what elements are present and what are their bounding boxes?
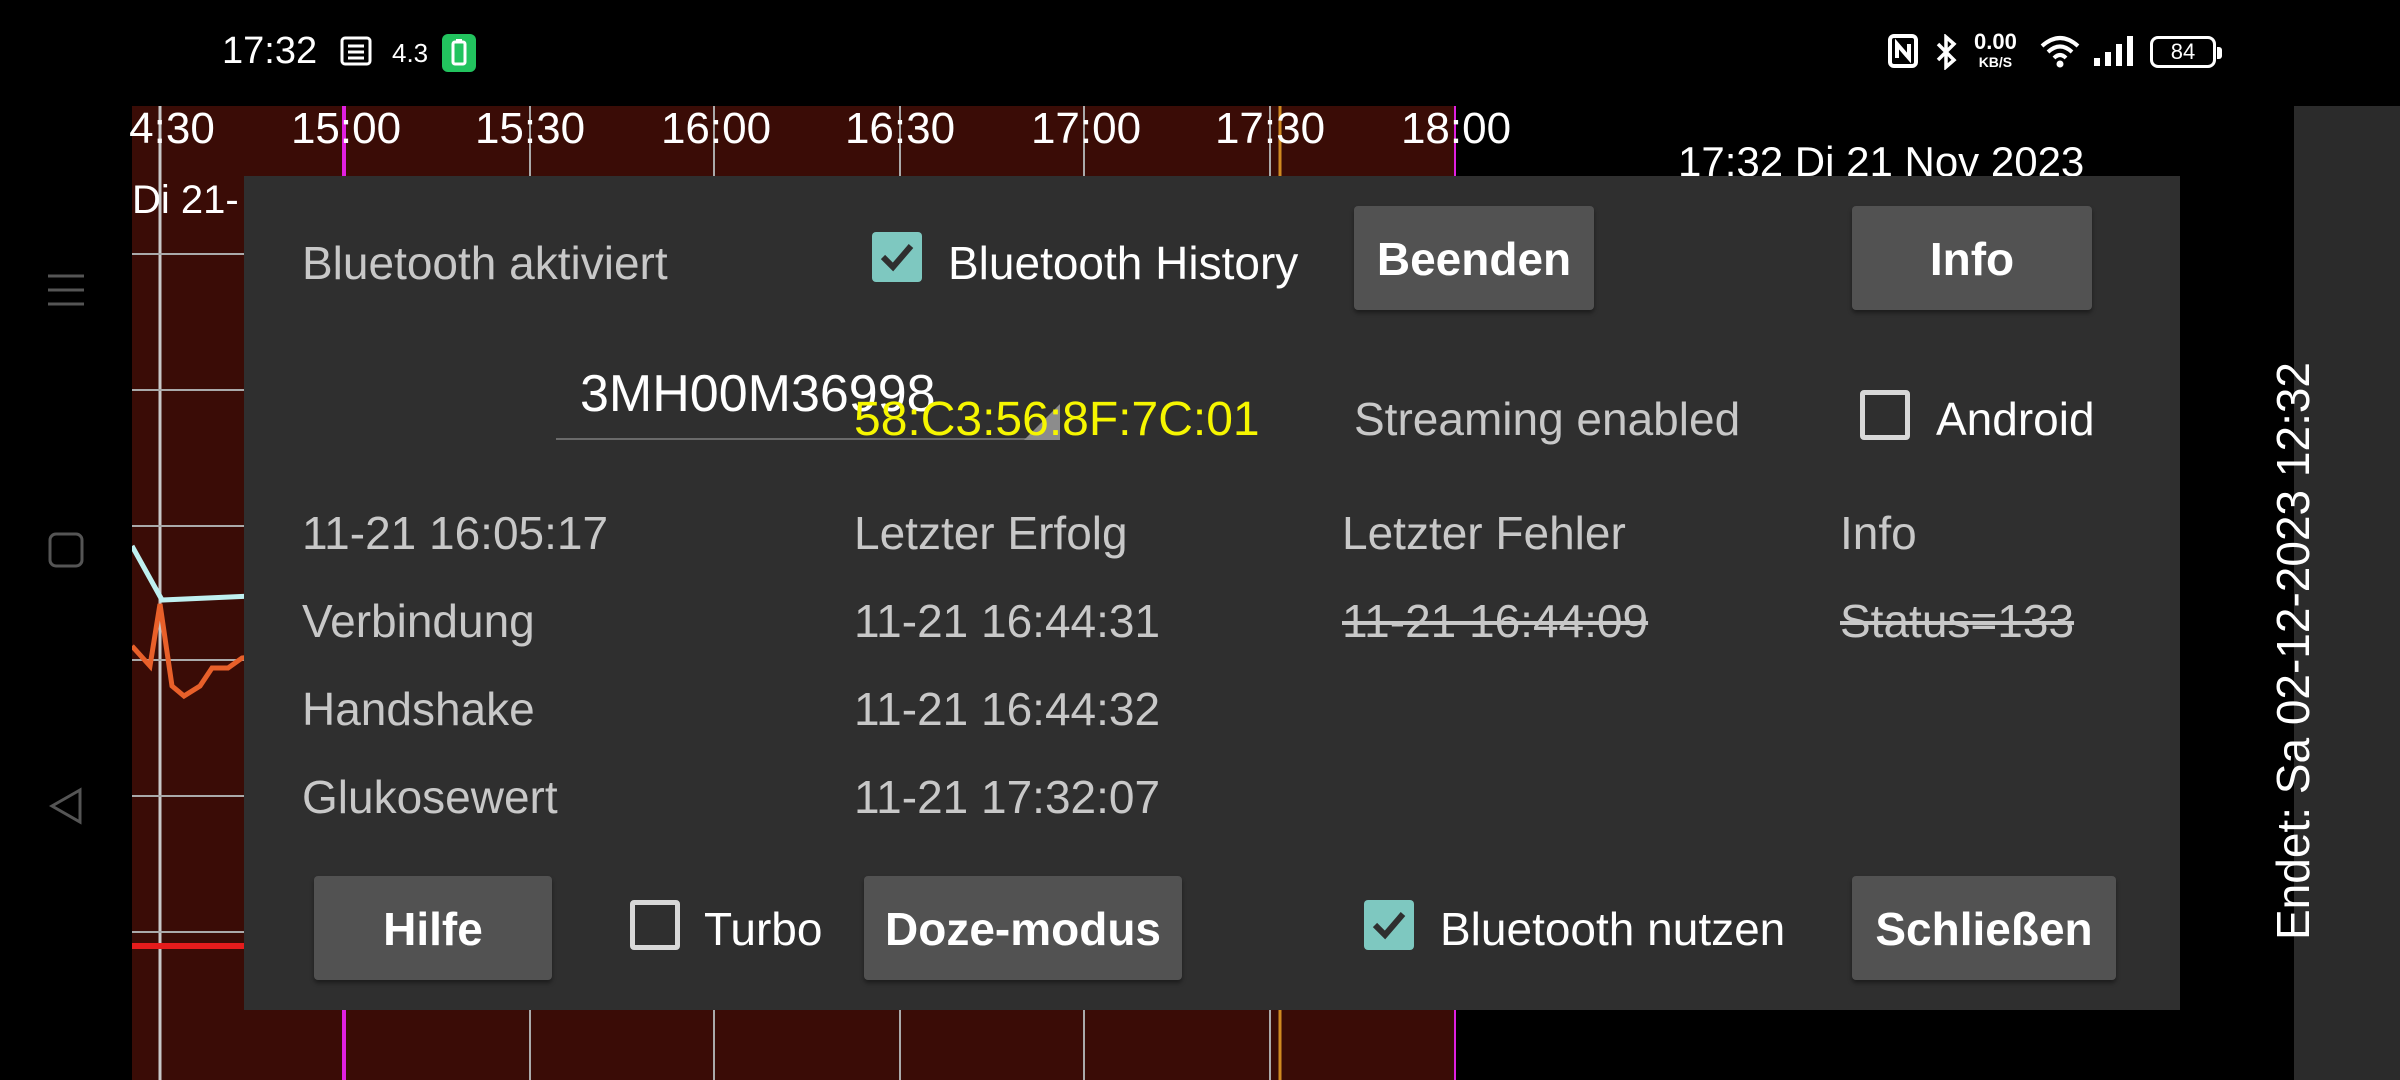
network-speed-value: 0.00 [1974,29,2017,54]
doze-mode-button[interactable]: Doze-modus [864,876,1182,980]
bluetooth-dialog: Bluetooth aktiviert Bluetooth History Be… [244,176,2180,1010]
row-success-glucose: 11-21 17:32:07 [854,771,1161,823]
sensor-end-date: Endet: Sa 02-12-2023 12:32 [2267,361,2319,940]
row-label-connection: Verbindung [302,595,535,647]
battery-level: 84 [2170,39,2196,64]
status-bar: 17:32 4.3 0.00 KB/S 84 [0,0,2400,104]
row-error-connection: 11-21 16:44:09 [1342,595,1649,647]
graph-time-axis: 4:30 15:00 15:30 16:00 16:30 17:00 17:30… [0,104,1560,154]
time-label: 17:30 [1214,104,1326,153]
bluetooth-history-checkbox[interactable] [872,232,922,282]
graph-date-label: Di 21- [132,178,239,222]
time-label: 17:00 [1030,104,1142,153]
signal-icon [2094,36,2133,66]
info-button[interactable]: Info [1852,206,2092,310]
status-time: 17:32 [222,30,318,72]
wifi-icon [2040,36,2080,68]
close-button[interactable]: Schließen [1852,876,2116,980]
back-triangle-icon[interactable] [46,786,86,826]
checkmark-icon [1372,912,1406,940]
time-label: 15:30 [474,104,586,153]
table-header-time: 11-21 16:05:17 [302,507,609,559]
row-info-connection: Status=133 [1840,595,2075,647]
turbo-label[interactable]: Turbo [704,902,822,956]
time-label: 4:30 [129,104,215,153]
bluetooth-status: Bluetooth aktiviert [302,237,668,289]
table-header-error: Letzter Fehler [1342,507,1626,559]
time-label: 16:00 [660,104,772,153]
bluetooth-history-label[interactable]: Bluetooth History [948,236,1298,290]
row-success-connection: 11-21 16:44:31 [854,595,1161,647]
network-speed-unit: KB/S [1978,54,2013,70]
menu-icon[interactable] [46,270,86,310]
time-label: 16:30 [844,104,956,153]
turbo-checkbox[interactable] [630,900,680,950]
time-label: 18:00 [1400,104,1512,153]
android-label[interactable]: Android [1936,392,2095,446]
nfc-icon [1888,34,1918,68]
mac-address: 58:C3:56:8F:7C:01 [854,393,1260,446]
status-small-indicator: 4.3 [392,38,429,68]
row-success-handshake: 11-21 16:44:32 [854,683,1161,735]
battery-icon: 84 [2150,36,2222,68]
table-header-info: Info [1840,507,1917,559]
notification-list-icon [340,36,372,66]
network-speed: 0.00 KB/S [1974,29,2017,72]
use-bluetooth-label[interactable]: Bluetooth nutzen [1440,902,1785,956]
time-label: 15:00 [290,104,402,153]
battery-saver-icon [442,34,476,72]
stop-button[interactable]: Beenden [1354,206,1594,310]
streaming-status: Streaming enabled [1354,393,1741,445]
use-bluetooth-checkbox[interactable] [1364,900,1414,950]
row-label-glucose: Glukosewert [302,771,558,823]
table-header-success: Letzter Erfolg [854,507,1128,559]
checkmark-icon [880,244,914,272]
home-square-icon[interactable] [46,530,86,570]
android-checkbox[interactable] [1860,390,1910,440]
help-button[interactable]: Hilfe [314,876,552,980]
bluetooth-icon [1936,34,1957,70]
row-label-handshake: Handshake [302,683,535,735]
